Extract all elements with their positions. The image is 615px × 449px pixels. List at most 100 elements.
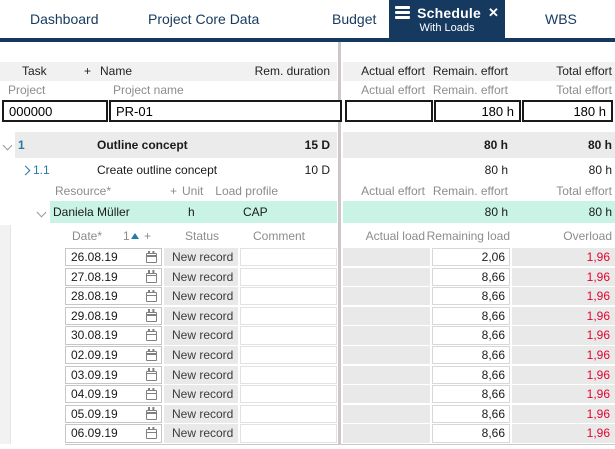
project-name-field[interactable]: PR-01 [109,100,342,122]
calendar-icon[interactable] [146,270,157,283]
remaining-load-cell[interactable]: 8,66 [432,306,510,325]
comment-cell[interactable] [240,267,337,286]
remaining-load-cell[interactable]: 8,66 [432,326,510,345]
comment-cell[interactable] [240,424,337,443]
status-cell[interactable]: New record [164,306,238,325]
remaining-load-cell[interactable]: 8,66 [432,404,510,423]
remaining-load-cell[interactable]: 8,66 [432,385,510,404]
chevron-down-icon[interactable] [36,207,47,218]
actual-load-cell[interactable] [343,404,430,423]
comment-cell[interactable] [240,326,337,345]
date-value: 29.08.19 [71,308,118,323]
add-task-column-button[interactable]: + [84,62,91,81]
overload-value: 1,96 [586,406,610,421]
remaining-load-cell[interactable]: 8,66 [432,287,510,306]
status-cell[interactable]: New record [164,326,238,345]
actual-load-cell[interactable] [343,365,430,384]
date-cell[interactable]: 30.08.19 [65,326,162,345]
comment-cell[interactable] [240,248,337,267]
calendar-icon[interactable] [146,348,157,362]
comment-cell[interactable] [240,404,337,423]
date-cell[interactable]: 03.09.19 [65,365,162,384]
comment-cell[interactable] [240,385,337,404]
calendar-icon[interactable] [146,407,157,420]
calendar-icon[interactable] [146,426,157,440]
chevron-down-icon[interactable] [2,140,13,151]
date-row: 04.09.19 New record 8,66 1,96 [0,385,615,405]
date-cell[interactable]: 04.09.19 [65,385,162,404]
remaining-load-cell[interactable]: 2,06 [432,248,510,267]
calendar-icon[interactable] [146,289,157,303]
status-cell[interactable]: New record [164,404,238,423]
date-cell[interactable]: 26.08.19 [65,248,162,267]
sort-order-number[interactable]: 1 [123,225,130,247]
status-cell[interactable]: New record [164,346,238,365]
actual-load-cell[interactable] [343,287,430,306]
status-value: New record [172,406,234,421]
col-task-label: Task [22,64,47,78]
add-resource-button[interactable]: + [170,183,177,200]
remaining-load-cell[interactable]: 8,66 [432,346,510,365]
calendar-icon[interactable] [146,250,157,264]
resource-name[interactable]: Daniela Müller [53,201,130,223]
tab-budget[interactable]: Budget [332,11,376,27]
remaining-load-cell[interactable]: 8,66 [432,365,510,384]
actual-load-cell[interactable] [343,385,430,404]
date-cell[interactable]: 28.08.19 [65,287,162,306]
status-cell[interactable]: New record [164,385,238,404]
date-row: 05.09.19 New record 8,66 1,96 [0,404,615,425]
chevron-right-icon[interactable] [20,165,31,176]
overload-value: 1,96 [586,250,610,265]
comment-cell[interactable] [240,365,337,384]
status-cell[interactable]: New record [164,424,238,443]
actual-load-cell[interactable] [343,346,430,365]
project-total-effort-field[interactable]: 180 h [522,100,613,122]
date-cell[interactable]: 05.09.19 [65,404,162,423]
col-load-profile-label: Load profile [215,184,278,198]
actual-load-cell[interactable] [343,248,430,267]
subtask-name[interactable]: Create outline concept [97,159,217,181]
status-cell[interactable]: New record [164,267,238,286]
status-cell[interactable]: New record [164,287,238,306]
date-cell[interactable]: 29.08.19 [65,306,162,325]
remaining-load-cell[interactable]: 8,66 [432,424,510,443]
actual-load-cell[interactable] [343,306,430,325]
tab-dashboard[interactable]: Dashboard [30,11,99,27]
add-date-row-button[interactable]: + [144,225,151,247]
comment-cell[interactable] [240,306,337,325]
tab-wbs[interactable]: WBS [545,11,577,27]
col-total-effort-label: Total effort [556,64,612,78]
calendar-icon[interactable] [146,368,157,381]
remaining-load-cell[interactable]: 8,66 [432,267,510,286]
date-cell[interactable]: 27.08.19 [65,267,162,286]
menu-icon[interactable] [395,6,411,19]
overload-value: 1,96 [586,289,610,304]
comment-cell[interactable] [240,287,337,306]
remaining-load-value: 8,66 [481,426,505,441]
status-cell[interactable]: New record [164,365,238,384]
tab-project-core-data[interactable]: Project Core Data [148,11,259,27]
resource-unit: h [188,205,195,219]
actual-load-cell[interactable] [343,267,430,286]
tab-schedule-sublabel: With Loads [419,21,475,34]
project-remain-effort-field[interactable]: 180 h [434,100,521,122]
col-comment-label: Comment [253,229,306,243]
calendar-icon[interactable] [146,387,157,401]
comment-cell[interactable] [240,346,337,365]
status-cell[interactable]: New record [164,248,238,267]
overload-cell: 1,96 [512,385,615,404]
project-actual-effort-field[interactable] [345,100,433,122]
task-name[interactable]: Outline concept [97,132,188,158]
project-id-field[interactable]: 000000 [2,100,108,122]
close-tab-icon[interactable]: ✕ [488,6,499,19]
tab-schedule[interactable]: Schedule ✕ With Loads [389,0,505,38]
date-cell[interactable]: 02.09.19 [65,346,162,365]
calendar-icon[interactable] [146,328,157,342]
task-total-effort: 80 h [587,138,612,152]
col-overload-label: Overload [563,229,612,243]
date-cell[interactable]: 06.09.19 [65,424,162,443]
actual-load-cell[interactable] [343,326,430,345]
calendar-icon[interactable] [146,309,157,322]
sort-ascending-icon[interactable] [131,233,139,239]
actual-load-cell[interactable] [343,424,430,443]
